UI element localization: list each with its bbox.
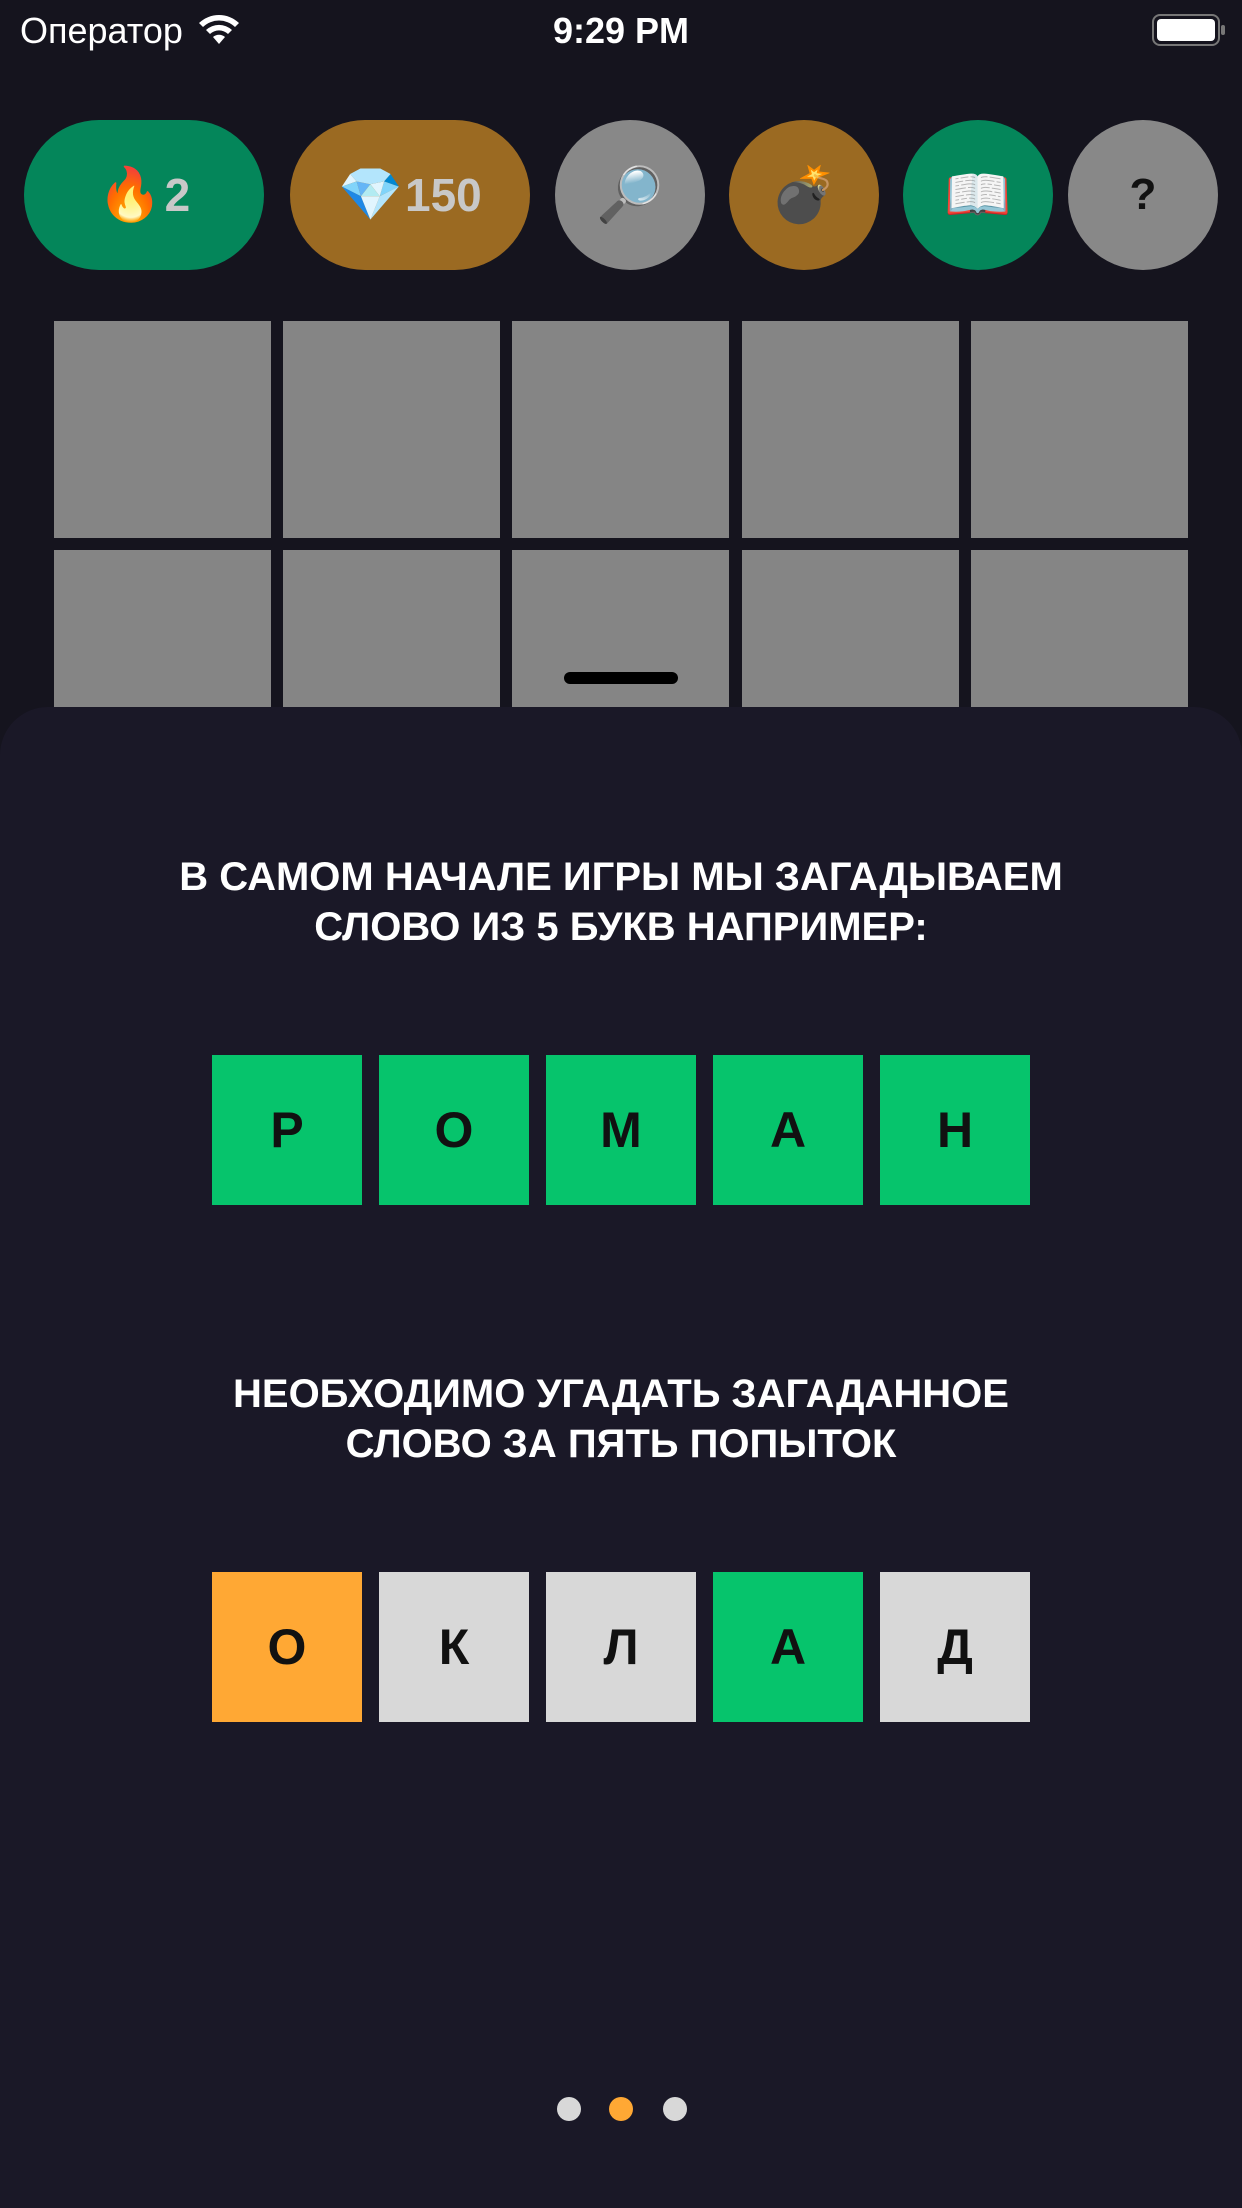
top-toolbar: 🔥 2 💎 150 🔎 💣 📖 ? [0,120,1242,270]
bomb-button[interactable]: 💣 [729,120,879,270]
letter-tile: О [212,1572,362,1722]
letter-tile: Д [880,1572,1030,1722]
board-cell [54,321,271,538]
example-word-row: Р О М А Н [212,1055,1030,1205]
letter-tile: Л [546,1572,696,1722]
status-bar: Оператор 9:29 PM [0,0,1242,60]
status-time: 9:29 PM [552,10,690,51]
help-button[interactable]: ? [1068,120,1218,270]
tutorial-text-step-2: НЕОБХОДИМО УГАДАТЬ ЗАГАДАННОЕ СЛОВО ЗА П… [233,1372,1009,1466]
letter-tile: А [713,1572,863,1722]
letter-tile: Н [880,1055,1030,1205]
letter-tile: А [713,1055,863,1205]
fire-icon: 🔥 [97,166,163,224]
page-indicator [0,2097,1242,2121]
bomb-icon: 💣 [770,165,838,225]
tutorial-text-step-1: В САМОМ НАЧАЛЕ ИГРЫ МЫ ЗАГАДЫВАЕМ СЛОВО … [179,855,1063,949]
letter-tile: М [546,1055,696,1205]
streak-button[interactable]: 🔥 2 [24,120,264,270]
letter-tile: О [379,1055,529,1205]
board-cell [742,321,959,538]
hint-search-button[interactable]: 🔎 [555,120,705,270]
streak-count: 2 [164,169,191,221]
board-cell [283,321,500,538]
magnifier-icon: 🔎 [596,165,664,225]
question-icon: ? [1129,170,1157,219]
page-dot[interactable] [663,2097,687,2121]
sheet-grabber[interactable] [564,672,678,684]
gem-icon: 💎 [338,166,403,224]
guess-word-row: О К Л А Д [212,1572,1030,1722]
page-dot[interactable] [609,2097,633,2121]
board-cell [512,321,729,538]
page-dot[interactable] [557,2097,581,2121]
letter-tile: Р [212,1055,362,1205]
dictionary-button[interactable]: 📖 [903,120,1053,270]
gems-button[interactable]: 💎 150 [290,120,530,270]
board-cell [971,321,1188,538]
letter-tile: К [379,1572,529,1722]
book-icon: 📖 [944,165,1012,225]
gem-count: 150 [405,169,482,221]
battery-icon [1152,14,1225,46]
